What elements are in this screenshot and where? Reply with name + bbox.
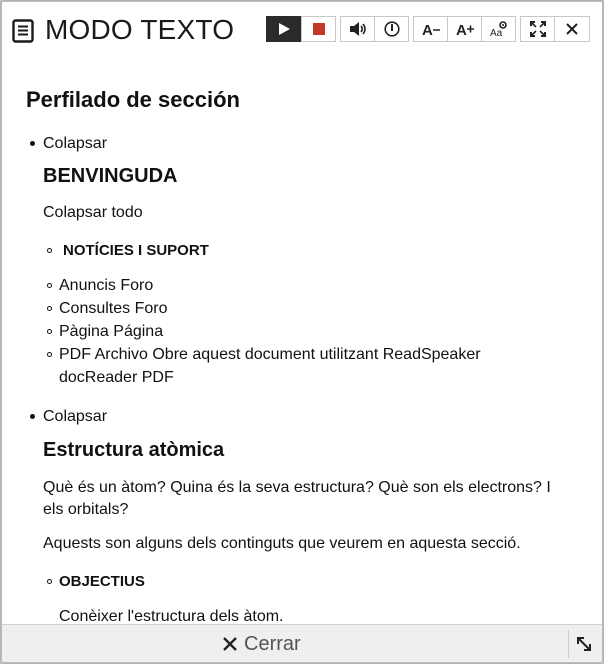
list-bullet [47,306,52,311]
decrease-font-button[interactable]: A [413,16,448,42]
volume-button[interactable] [340,16,375,42]
list-item-link[interactable]: Consultes Foro [59,299,168,319]
list-bullet [47,283,52,288]
collapse-all-link[interactable]: Colapsar todo [43,203,143,223]
play-icon [279,23,290,35]
list-bullet [47,352,52,357]
objective-text: Conèixer l'estructura dels àtom. [59,608,284,624]
stop-button[interactable] [301,16,336,42]
list-bullet [47,579,52,584]
subsection-heading: OBJECTIUS [59,573,145,590]
close-icon [223,637,237,651]
footer: Cerrar [2,624,602,662]
close-icon [566,23,578,35]
fullscreen-icon [529,21,546,37]
section-paragraph-continued: els orbitals? [43,501,129,518]
close-button[interactable]: Cerrar [222,631,301,657]
section-outline-heading: Perfilado de sección [26,87,240,112]
collapse-link[interactable]: Colapsar [43,407,107,427]
list-item-link[interactable]: Anuncis Foro [59,276,153,296]
svg-text:A: A [456,22,467,37]
close-label: Cerrar [244,632,301,655]
subsection-heading: NOTÍCIES I SUPORT [63,242,209,259]
section-paragraph: Què és un àtom? Quina és la seva estruct… [43,479,551,496]
list-item-link[interactable]: Pàgina Página [59,322,163,342]
text-mode-window: MODO TEXTO A A Aa Perfilado de sección C… [1,1,603,663]
list-bullet [47,329,52,334]
speed-icon [383,21,400,37]
svg-text:Aa: Aa [490,28,503,38]
speed-button[interactable] [374,16,409,42]
resize-button[interactable] [568,630,599,658]
section-heading: BENVINGUDA [43,165,178,187]
text-mode-icon [12,19,34,43]
window-title: MODO TEXTO [45,14,235,45]
play-button[interactable] [266,16,302,42]
decrease-font-icon: A [422,22,440,37]
text-settings-icon: Aa [490,21,507,38]
stop-icon [312,23,325,35]
list-item-link[interactable]: PDF Archivo Obre aquest document utilitz… [59,345,481,365]
fullscreen-button[interactable] [520,16,555,42]
list-bullet [30,141,35,146]
svg-text:A: A [422,22,433,37]
resize-icon [577,637,591,651]
header: MODO TEXTO A A Aa [2,2,602,58]
list-item-link-continued[interactable]: docReader PDF [59,368,174,388]
increase-font-button[interactable]: A [447,16,482,42]
list-bullet [30,414,35,419]
text-settings-button[interactable]: Aa [481,16,516,42]
increase-font-icon: A [456,22,474,37]
volume-icon [349,22,366,36]
section-heading: Estructura atòmica [43,439,225,461]
collapse-link[interactable]: Colapsar [43,134,107,154]
close-window-button[interactable] [554,16,590,42]
section-paragraph: Aquests son alguns dels continguts que v… [43,535,521,552]
list-bullet [47,248,52,253]
text-content: Perfilado de sección Colapsar BENVINGUDA… [2,58,602,624]
